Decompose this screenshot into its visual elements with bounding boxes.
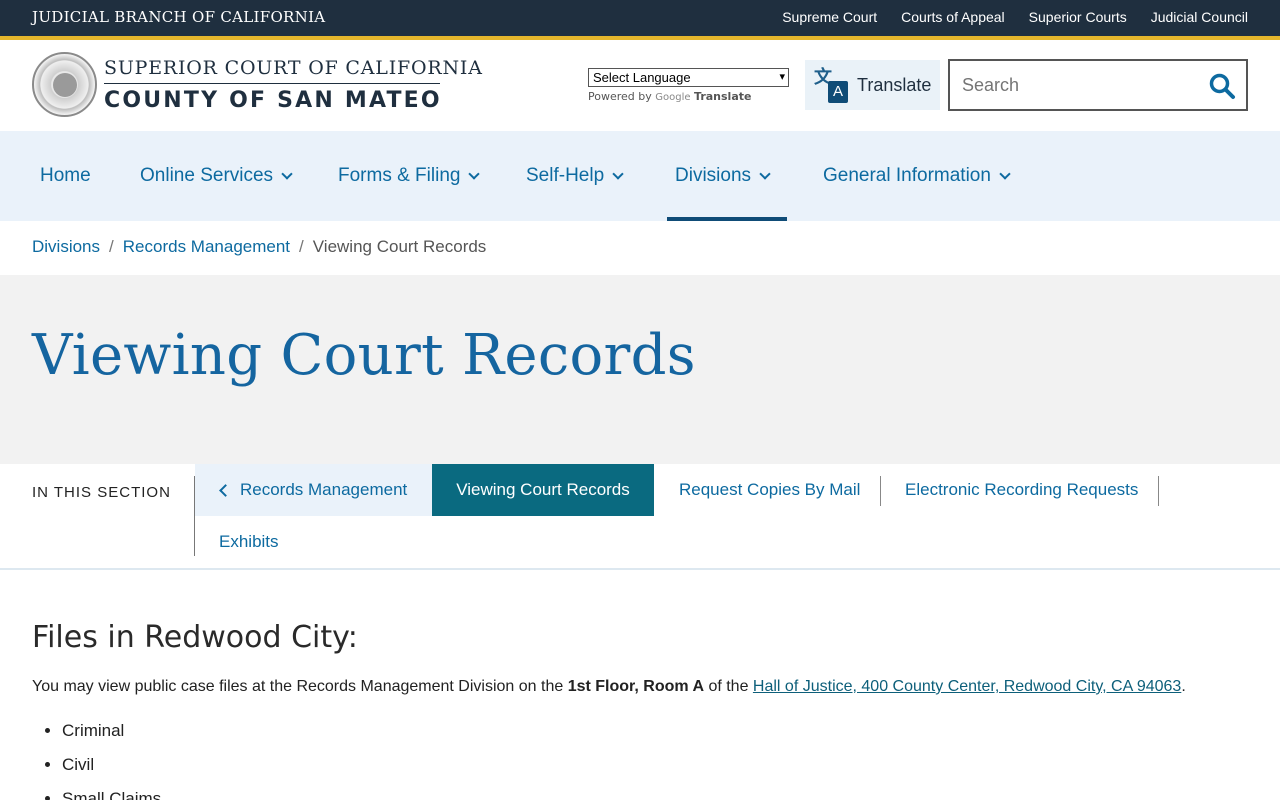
section-item-request-copies-by-mail[interactable]: Request Copies By Mail [679, 464, 860, 516]
para-room: 1st Floor, Room A [567, 678, 704, 695]
powered-by-label: Powered by [588, 90, 652, 103]
in-this-section-label: IN THIS SECTION [32, 484, 171, 501]
section-item-label: Electronic Recording Requests [905, 480, 1139, 499]
list-item: Civil [62, 754, 161, 788]
section-item-label: Exhibits [219, 532, 279, 551]
powered-by-google-translate: Powered by Google Translate [588, 90, 751, 103]
translate-icon: 文 A [814, 67, 850, 103]
court-seal-logo[interactable] [32, 52, 97, 117]
nav-online-services-label: Online Services [140, 165, 274, 186]
nav-home[interactable]: Home [40, 131, 91, 221]
translate-button-label: Translate [857, 74, 932, 95]
topbar-link-courts-of-appeal[interactable]: Courts of Appeal [901, 9, 1005, 25]
list-item: Small Claims [62, 788, 161, 800]
topbar-links: Supreme Court Courts of Appeal Superior … [782, 9, 1248, 25]
top-utility-bar: JUDICIAL BRANCH OF CALIFORNIA Supreme Co… [0, 0, 1280, 36]
nav-forms-filing[interactable]: Forms & Filing [338, 131, 481, 221]
chevron-down-icon [468, 167, 481, 180]
logo-title-line1[interactable]: SUPERIOR COURT OF CALIFORNIA [104, 57, 483, 79]
nav-home-label: Home [40, 165, 91, 186]
page-title: Viewing Court Records [32, 323, 696, 388]
topbar-link-judicial-council[interactable]: Judicial Council [1151, 9, 1248, 25]
page-hero: Viewing Court Records [0, 275, 1280, 464]
nav-self-help-label: Self-Help [526, 165, 605, 186]
chevron-down-icon [281, 167, 293, 180]
nav-divisions[interactable]: Divisions [666, 131, 788, 221]
list-item: Criminal [62, 720, 161, 754]
hall-of-justice-link[interactable]: Hall of Justice, 400 County Center, Redw… [753, 678, 1181, 695]
section-item-label: Request Copies By Mail [679, 480, 861, 499]
section-item-label: Viewing Court Records [456, 480, 630, 499]
gold-divider [0, 36, 1280, 40]
search-input[interactable] [962, 73, 1202, 97]
nav-self-help[interactable]: Self-Help [526, 131, 624, 221]
main-navigation: Home Online Services Forms & Filing Self… [0, 131, 1280, 221]
section-item-separator [880, 476, 881, 506]
chevron-down-icon [759, 167, 771, 180]
breadcrumb-divisions[interactable]: Divisions [32, 237, 100, 257]
nav-forms-filing-label: Forms & Filing [338, 165, 461, 186]
breadcrumb-separator: / [299, 237, 304, 256]
chevron-down-icon [999, 167, 1011, 180]
breadcrumb-separator: / [109, 237, 114, 256]
nav-divisions-label: Divisions [675, 165, 752, 186]
logo-rule [104, 83, 440, 84]
topbar-link-superior-courts[interactable]: Superior Courts [1029, 9, 1127, 25]
nav-online-services[interactable]: Online Services [140, 131, 293, 221]
nav-general-information[interactable]: General Information [823, 131, 1011, 221]
breadcrumb-records-management[interactable]: Records Management [123, 237, 290, 257]
chevron-down-icon [612, 167, 624, 180]
section-item-exhibits[interactable]: Exhibits [219, 516, 279, 568]
translate-button[interactable]: 文 A Translate [805, 60, 940, 110]
translate-word: Translate [694, 90, 752, 103]
content-heading: Files in Redwood City: [32, 620, 358, 655]
chevron-down-icon: ▾ [779, 71, 785, 83]
language-select[interactable]: Select Language ▾ [588, 68, 789, 87]
judicial-branch-title: JUDICIAL BRANCH OF CALIFORNIA [32, 8, 326, 26]
chevron-left-icon [219, 483, 232, 497]
search-icon[interactable] [1208, 72, 1236, 100]
content-paragraph: You may view public case files at the Re… [32, 678, 1186, 696]
logo-title-line2[interactable]: COUNTY OF SAN MATEO [104, 88, 442, 113]
breadcrumb: Divisions / Records Management / Viewing… [32, 237, 486, 257]
search-box [948, 59, 1248, 111]
case-type-list: Criminal Civil Small Claims [62, 720, 161, 800]
para-prefix: You may view public case files at the Re… [32, 678, 568, 695]
google-logo-icon: Google [655, 92, 691, 103]
breadcrumb-current: Viewing Court Records [312, 237, 487, 256]
topbar-link-supreme-court[interactable]: Supreme Court [782, 9, 877, 25]
section-item-viewing-court-records[interactable]: Viewing Court Records [432, 464, 654, 516]
in-this-section-nav: IN THIS SECTION Records Management Viewi… [0, 464, 1280, 570]
section-item-separator [1158, 476, 1159, 506]
section-item-electronic-recording-requests[interactable]: Electronic Recording Requests [905, 464, 1138, 516]
section-back-label: Records Management [240, 480, 408, 499]
language-select-value: Select Language [593, 70, 691, 85]
seal-center [53, 73, 77, 97]
nav-general-information-label: General Information [823, 165, 991, 186]
para-suffix: . [1181, 678, 1186, 695]
para-mid: of the [704, 678, 753, 695]
section-back-records-management[interactable]: Records Management [195, 464, 432, 516]
